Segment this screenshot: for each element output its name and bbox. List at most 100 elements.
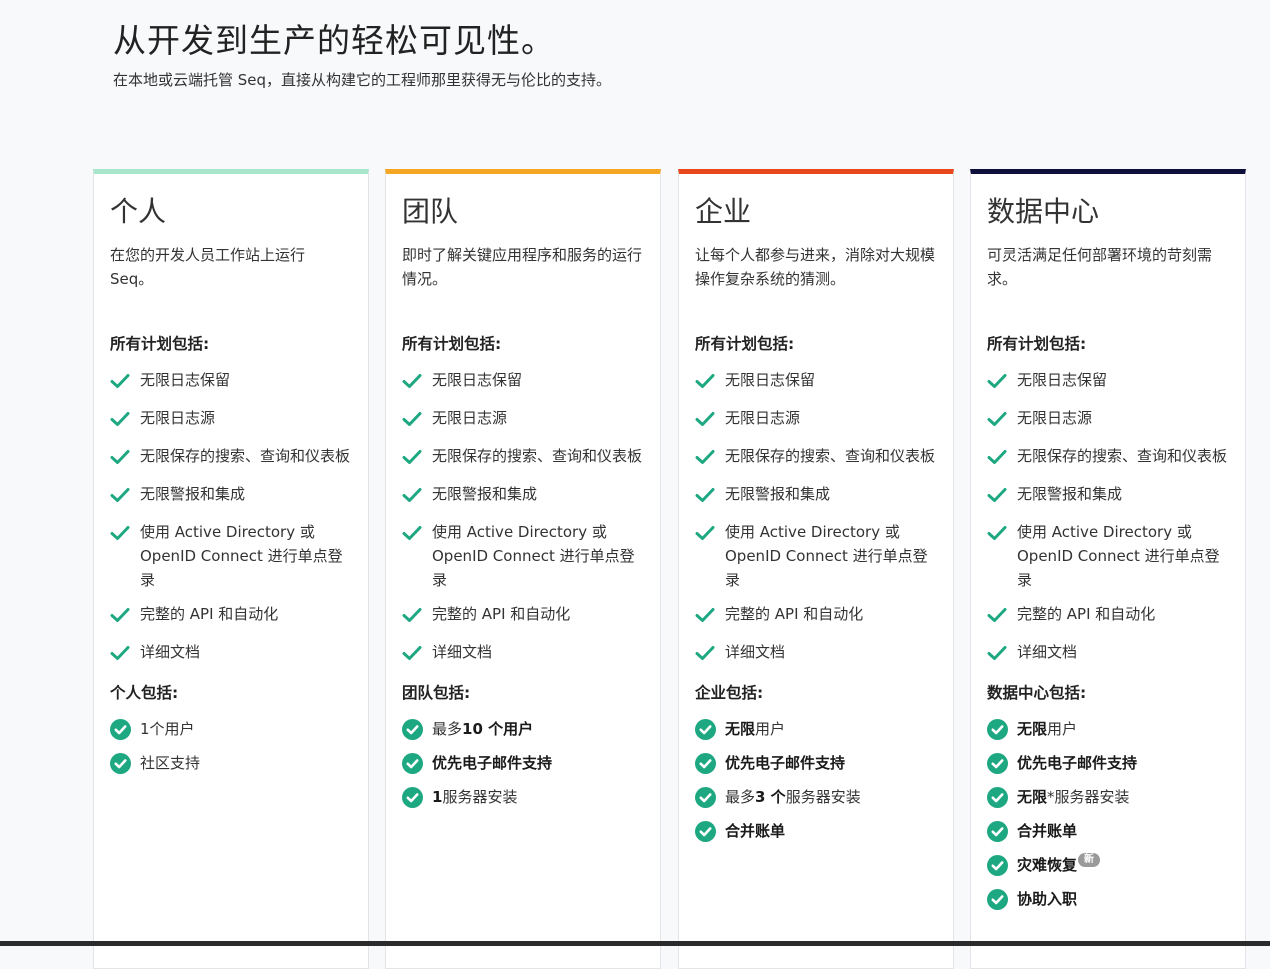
- feature-item: 使用 Active Directory 或 OpenID Connect 进行单…: [110, 520, 352, 592]
- includes-list: 无限用户 优先电子邮件支持 无限*服务器安装 合并账单 灾难恢复新协助入职: [987, 717, 1229, 911]
- feature-label: 无限日志源: [725, 409, 801, 427]
- include-bold-text: 3 个: [755, 788, 786, 806]
- checkmark-icon: [110, 606, 130, 630]
- include-label: 1服务器安装: [432, 785, 517, 809]
- pricing-cards: 个人 在您的开发人员工作站上运行 Seq。 所有计划包括: 无限日志保留 无限日志源 无限…: [93, 169, 1248, 969]
- feature-item: 无限日志源: [402, 406, 644, 434]
- include-bold-text: 合并账单: [1017, 822, 1078, 840]
- include-text: 用户: [755, 720, 786, 738]
- circle-check-icon: [402, 786, 423, 808]
- checkmark-icon: [695, 486, 715, 510]
- page-subtitle: 在本地或云端托管 Seq，直接从构建它的工程师那里获得无与伦比的支持。: [113, 71, 612, 89]
- feature-label: 无限警报和集成: [1017, 485, 1123, 503]
- include-bold-text: 无限: [1017, 720, 1048, 738]
- plan-includes-heading: 个人包括:: [110, 684, 179, 702]
- include-bold-text: 优先电子邮件支持: [432, 754, 553, 772]
- include-bold-text: 灾难恢复: [1017, 856, 1078, 874]
- include-item: 最多3 个服务器安装: [695, 785, 937, 809]
- feature-label: 使用 Active Directory 或 OpenID Connect 进行单…: [1017, 523, 1220, 589]
- feature-item: 无限日志源: [110, 406, 352, 434]
- checkmark-icon: [695, 448, 715, 472]
- checkmark-icon: [110, 486, 130, 510]
- includes-list: 无限用户 优先电子邮件支持 最多3 个服务器安装 合并账单: [695, 717, 937, 843]
- checkmark-icon: [695, 410, 715, 434]
- checkmark-icon: [695, 524, 715, 548]
- feature-item: 使用 Active Directory 或 OpenID Connect 进行单…: [987, 520, 1229, 592]
- all-plans-heading: 所有计划包括:: [987, 335, 1087, 353]
- include-label: 优先电子邮件支持: [432, 751, 552, 775]
- feature-list: 无限日志保留无限日志源无限保存的搜索、查询和仪表板 无限警报和集成使用 Activ…: [110, 368, 352, 668]
- feature-item: 无限保存的搜索、查询和仪表板: [402, 444, 644, 472]
- all-plans-heading: 所有计划包括:: [110, 335, 210, 353]
- include-item: 社区支持: [110, 751, 352, 775]
- include-item: 优先电子邮件支持: [402, 751, 644, 775]
- new-badge: 新: [1078, 853, 1101, 867]
- circle-check-icon: [695, 820, 716, 842]
- checkmark-icon: [695, 372, 715, 396]
- circle-check-icon: [987, 854, 1008, 876]
- checkmark-icon: [987, 486, 1007, 510]
- include-text: 服务器安装: [785, 788, 861, 806]
- checkmark-icon: [402, 606, 422, 630]
- include-label: 最多3 个服务器安装: [725, 785, 861, 809]
- include-label: 社区支持: [140, 751, 200, 775]
- feature-label: 详细文档: [432, 643, 493, 661]
- feature-item: 完整的 API 和自动化: [110, 602, 352, 630]
- plan-card-2: 企业 让每个人都参与进来，消除对大规模操作复杂系统的猜测。 所有计划包括: 无限日志保…: [678, 169, 954, 969]
- include-label: 合并账单: [1017, 819, 1077, 843]
- checkmark-icon: [987, 524, 1007, 548]
- all-plans-heading: 所有计划包括:: [695, 335, 795, 353]
- checkmark-icon: [110, 644, 130, 668]
- feature-item: 无限警报和集成: [987, 482, 1229, 510]
- checkmark-icon: [110, 524, 130, 548]
- feature-label: 无限警报和集成: [432, 485, 538, 503]
- circle-check-icon: [987, 888, 1008, 910]
- checkmark-icon: [402, 448, 422, 472]
- feature-label: 无限日志源: [140, 409, 216, 427]
- circle-check-icon: [695, 718, 716, 740]
- include-bold-text: 10 个用户: [462, 720, 534, 738]
- feature-item: 无限日志源: [695, 406, 937, 434]
- include-item: 无限用户: [695, 717, 937, 741]
- checkmark-icon: [402, 524, 422, 548]
- feature-item: 完整的 API 和自动化: [987, 602, 1229, 630]
- checkmark-icon: [402, 644, 422, 668]
- feature-label: 完整的 API 和自动化: [725, 605, 864, 623]
- include-text: 最多: [725, 788, 756, 806]
- plan-name: 数据中心: [987, 195, 1100, 228]
- hero: 从开发到生产的轻松可见性。 在本地或云端托管 Seq，直接从构建它的工程师那里获…: [113, 20, 1113, 92]
- feature-label: 无限保存的搜索、查询和仪表板: [725, 447, 936, 465]
- circle-check-icon: [987, 820, 1008, 842]
- feature-item: 无限日志源: [987, 406, 1229, 434]
- feature-label: 使用 Active Directory 或 OpenID Connect 进行单…: [140, 523, 343, 589]
- feature-item: 详细文档: [110, 640, 352, 668]
- plan-description: 可灵活满足任何部署环境的苛刻需求。: [987, 246, 1213, 288]
- include-bold-text: 1: [432, 788, 443, 806]
- checkmark-icon: [402, 410, 422, 434]
- feature-item: 无限保存的搜索、查询和仪表板: [110, 444, 352, 472]
- include-text: 社区支持: [140, 754, 201, 772]
- include-text: *服务器安装: [1047, 788, 1130, 806]
- feature-item: 完整的 API 和自动化: [402, 602, 644, 630]
- include-bold-text: 优先电子邮件支持: [725, 754, 846, 772]
- include-text: 1个用户: [140, 720, 195, 738]
- include-item: 最多10 个用户: [402, 717, 644, 741]
- plan-name: 企业: [695, 195, 752, 228]
- page-title: 从开发到生产的轻松可见性。: [113, 21, 555, 60]
- feature-item: 使用 Active Directory 或 OpenID Connect 进行单…: [695, 520, 937, 592]
- include-label: 优先电子邮件支持: [725, 751, 845, 775]
- feature-item: 无限警报和集成: [110, 482, 352, 510]
- feature-label: 完整的 API 和自动化: [140, 605, 279, 623]
- circle-check-icon: [110, 718, 131, 740]
- checkmark-icon: [987, 606, 1007, 630]
- include-label: 协助入职: [1017, 887, 1077, 911]
- feature-item: 无限日志保留: [402, 368, 644, 396]
- plan-includes-heading: 数据中心包括:: [987, 684, 1087, 702]
- plan-card-0: 个人 在您的开发人员工作站上运行 Seq。 所有计划包括: 无限日志保留 无限日志源 无限…: [93, 169, 369, 969]
- feature-item: 无限日志保留: [110, 368, 352, 396]
- include-item: 优先电子邮件支持: [695, 751, 937, 775]
- checkmark-icon: [110, 448, 130, 472]
- circle-check-icon: [987, 786, 1008, 808]
- feature-item: 详细文档: [987, 640, 1229, 668]
- feature-item: 无限日志保留: [987, 368, 1229, 396]
